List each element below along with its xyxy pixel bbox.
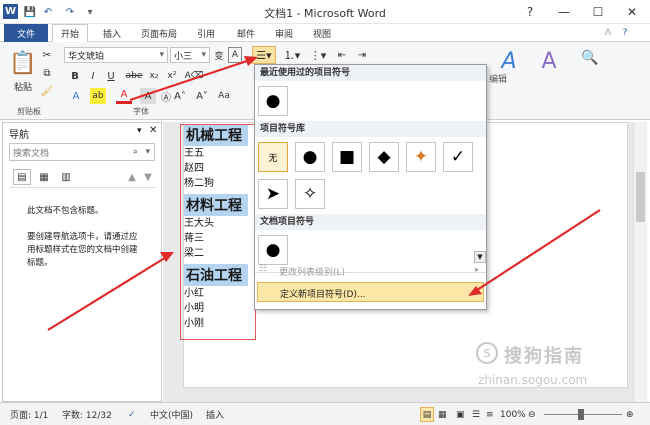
zoom-level[interactable]: 100% [500,407,526,422]
fullscreen-read-icon[interactable]: ▦ [438,407,447,422]
watermark-url: zhinan.sogou.com [478,373,588,387]
sogou-logo-icon: S [476,342,498,364]
status-bar: 页面: 1/1 字数: 12/32 ✓ 中文(中国) 插入 ▤ ▦ ▣ ☰ ≡ … [0,402,650,425]
web-layout-icon[interactable]: ▣ [456,407,465,422]
arrow-to-define-new [473,209,601,293]
language-indicator[interactable]: 中文(中国) [150,407,193,422]
page-count[interactable]: 页面: 1/1 [10,407,48,422]
outline-view-icon[interactable]: ☰ [472,407,480,422]
zoom-in-icon[interactable]: ⊕ [626,407,634,422]
arrow-to-document [47,255,169,331]
zoom-out-icon[interactable]: ⊖ [528,407,536,422]
watermark-text: 搜狗指南 [504,346,584,367]
arrowhead [244,56,258,66]
insert-mode[interactable]: 插入 [206,407,224,422]
word-count[interactable]: 字数: 12/32 [62,407,112,422]
zoom-slider-thumb[interactable] [578,409,584,420]
print-layout-icon[interactable]: ▤ [420,407,434,422]
proofing-icon[interactable]: ✓ [128,407,136,422]
arrow-to-bullets [129,58,251,102]
draft-view-icon[interactable]: ≡ [486,407,494,422]
